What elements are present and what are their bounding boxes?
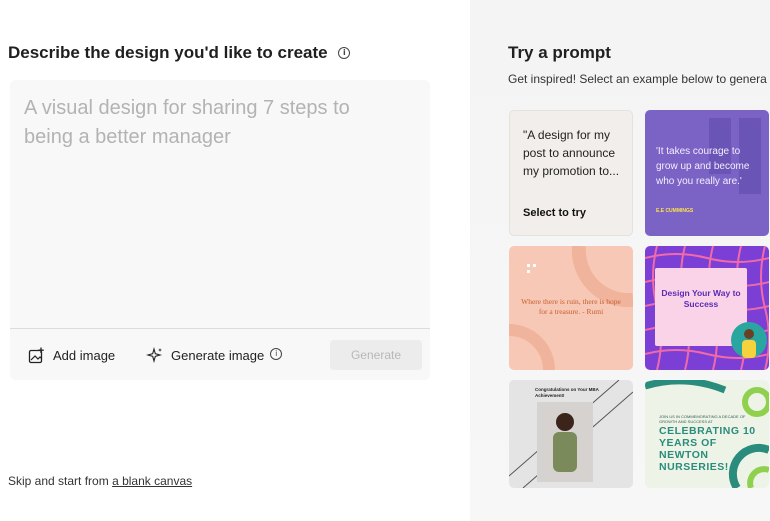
try-prompt-pane: Try a prompt Get inspired! Select an exa… [470,0,770,521]
card-title: CELEBRATING 10 YEARS OF NEWTON NURSERIES… [659,425,756,473]
blank-canvas-link[interactable]: a blank canvas [112,474,192,488]
card-quote: 'It takes courage to grow up and become … [656,146,750,187]
try-prompt-subtitle: Get inspired! Select an example below to… [508,72,767,86]
heading-text: Describe the design you'd like to create [8,43,328,62]
prompt-card-courage-quote[interactable]: 'It takes courage to grow up and become … [645,110,769,236]
card-title: Congratulations on Your MBA Achievement! [535,387,599,398]
info-icon[interactable]: i [270,348,283,360]
page-heading: Describe the design you'd like to create… [8,43,351,63]
card-title: Design Your Way to Success [661,288,741,309]
card-subtitle: JOIN US IN COMMEMORATING A DECADE OF GRO… [659,414,746,424]
select-to-try-label: Select to try [523,207,586,219]
prompt-divider [10,328,430,329]
add-image-icon [28,347,44,363]
card-author: E.E CUMMINGS [656,208,694,214]
sparkle-icon [146,346,163,363]
prompt-card-mba[interactable]: Congratulations on Your MBA Achievement! [509,380,633,488]
info-icon[interactable]: i [338,46,351,59]
skip-text: Skip and start from [8,474,109,488]
card-quote: Where there is ruin, there is hope for a… [521,297,621,316]
generate-image-button[interactable]: Generate image i [146,344,283,366]
prompt-card-newton-nurseries[interactable]: JOIN US IN COMMEMORATING A DECADE OF GRO… [645,380,769,488]
prompt-card-design-success[interactable]: Design Your Way to Success [645,246,769,370]
add-image-label: Add image [53,347,116,363]
prompt-card-rumi-quote[interactable]: Where there is ruin, there is hope for a… [509,246,633,370]
design-prompt-pane: Describe the design you'd like to create… [0,0,470,521]
generate-button[interactable]: Generate [330,340,422,370]
prompt-textarea[interactable]: A visual design for sharing 7 steps to b… [24,94,404,152]
prompt-input-box[interactable]: A visual design for sharing 7 steps to b… [10,80,430,380]
prompt-card-promotion[interactable]: "A design for my post to announce my pro… [509,110,633,236]
generate-image-label: Generate image [171,347,265,363]
card-quote: "A design for my post to announce my pro… [523,128,620,178]
try-prompt-title: Try a prompt [508,43,611,62]
add-image-button[interactable]: Add image [28,344,115,366]
skip-blank-canvas: Skip and start from a blank canvas [8,474,192,488]
person-avatar [731,322,767,358]
